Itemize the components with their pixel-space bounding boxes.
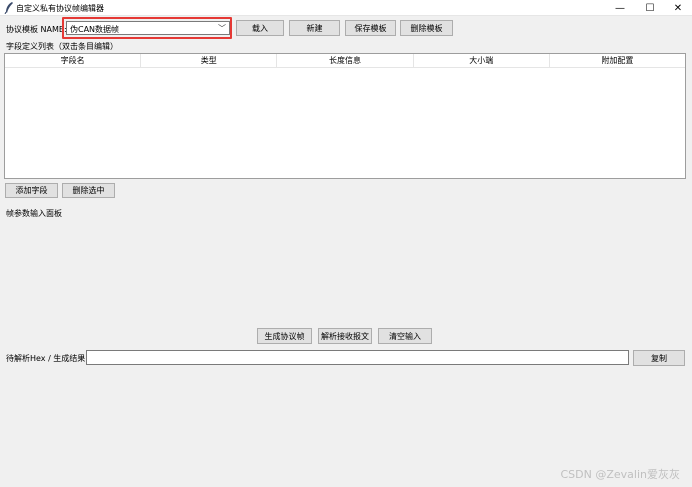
hex-label: 待解析Hex / 生成结果: — [6, 354, 89, 363]
column-header-type[interactable]: 类型 — [141, 54, 278, 67]
fields-title: 字段定义列表（双击条目编辑） — [6, 42, 118, 51]
window-title: 自定义私有协议帧编辑器 — [16, 4, 104, 13]
parse-message-button[interactable]: 解析接收报文 — [318, 328, 372, 344]
load-button[interactable]: 载入 — [236, 20, 284, 36]
add-field-button[interactable]: 添加字段 — [5, 183, 58, 198]
remove-selected-button[interactable]: 删除选中 — [62, 183, 115, 198]
params-panel — [4, 220, 686, 324]
title-bar: 自定义私有协议帧编辑器 — ☐ ✕ — [0, 0, 692, 16]
copy-button[interactable]: 复制 — [633, 350, 685, 366]
watermark: CSDN @Zevalin爱灰灰 — [560, 468, 681, 481]
column-header-extra-config[interactable]: 附加配置 — [549, 54, 686, 67]
table-header: 字段名 类型 长度信息 大小端 附加配置 — [5, 54, 686, 68]
fields-table[interactable]: 字段名 类型 长度信息 大小端 附加配置 — [4, 53, 686, 179]
feather-icon — [4, 2, 14, 15]
params-panel-title: 帧参数输入面板 — [6, 209, 62, 218]
column-header-endian[interactable]: 大小端 — [413, 54, 550, 67]
delete-template-button[interactable]: 删除模板 — [400, 20, 453, 36]
close-icon[interactable]: ✕ — [664, 0, 692, 16]
generate-frame-button[interactable]: 生成协议帧 — [257, 328, 312, 344]
hex-input[interactable] — [86, 350, 629, 365]
template-name-label: 协议模板 NAME: — [6, 25, 67, 34]
clear-input-button[interactable]: 清空输入 — [378, 328, 432, 344]
new-button[interactable]: 新建 — [289, 20, 340, 36]
column-header-length[interactable]: 长度信息 — [277, 54, 414, 67]
maximize-icon[interactable]: ☐ — [636, 0, 664, 16]
highlight-box — [62, 17, 232, 39]
column-header-field-name[interactable]: 字段名 — [5, 54, 142, 67]
minimize-icon[interactable]: — — [606, 0, 634, 16]
save-template-button[interactable]: 保存模板 — [345, 20, 396, 36]
